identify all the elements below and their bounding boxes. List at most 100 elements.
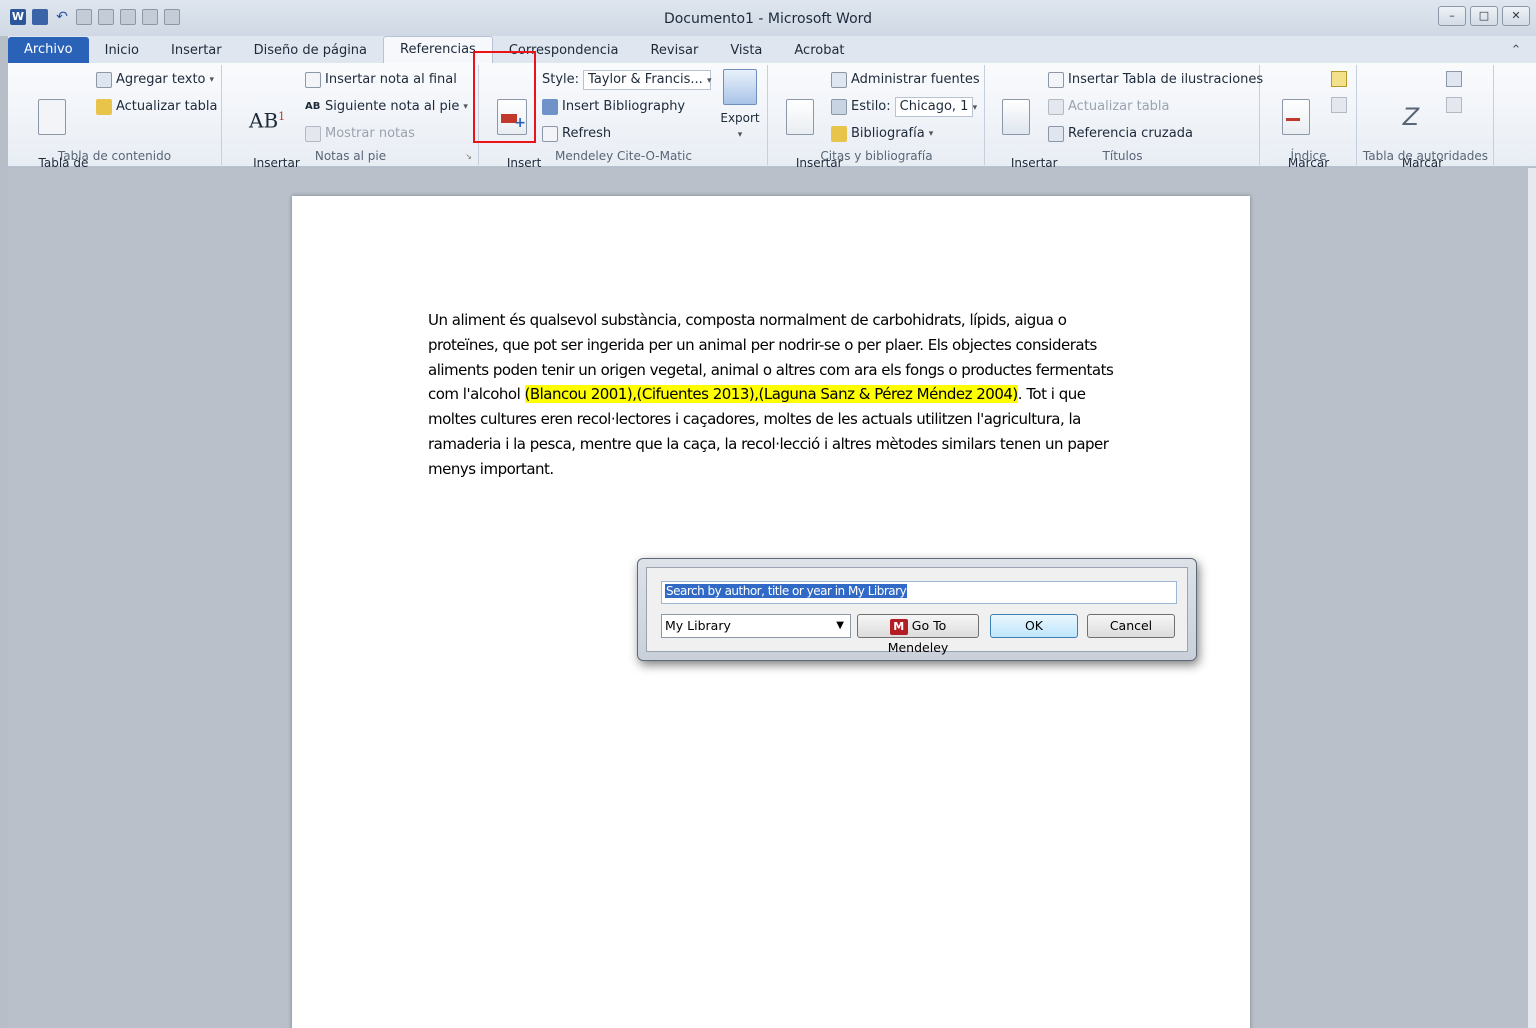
show-notes-icon: [305, 126, 321, 142]
window-title: Documento1 - Microsoft Word: [663, 11, 873, 27]
group-tabla-de-contenido: Tabla de contenido ▾ Agregar texto ▾ Act…: [8, 65, 222, 185]
endnote-icon: [305, 72, 321, 88]
chevron-down-icon: ▾: [928, 129, 934, 139]
maximize-button[interactable]: □: [1470, 6, 1498, 26]
group-citas-y-bibliografia: Insertar cita ▾ Administrar fuentes Esti…: [769, 65, 985, 185]
chevron-down-icon: ▾: [209, 75, 215, 85]
update-index-icon[interactable]: [1331, 97, 1347, 113]
insert-bibliography-button[interactable]: Insert Bibliography: [542, 96, 685, 118]
siguiente-nota-al-pie-label: Siguiente nota al pie: [325, 99, 460, 114]
tab-revisar[interactable]: Revisar: [634, 38, 714, 63]
export-icon: [723, 69, 757, 105]
administrar-fuentes-label: Administrar fuentes: [851, 72, 980, 87]
ribbon: Tabla de contenido ▾ Agregar texto ▾ Act…: [8, 63, 1536, 185]
mendeley-logo-icon: M: [889, 618, 908, 635]
agregar-texto-button[interactable]: Agregar texto ▾: [96, 69, 214, 91]
chevron-down-icon: ▾: [737, 130, 743, 140]
group-label-mendeley: Mendeley Cite-O-Matic: [555, 149, 692, 163]
cross-reference-icon: [1048, 126, 1064, 142]
group-label-index: Índice: [1290, 149, 1327, 163]
dropdown-arrow-icon: ▼: [836, 620, 844, 631]
ok-button[interactable]: OK: [990, 614, 1078, 638]
mostrar-notas-label: Mostrar notas: [325, 126, 415, 141]
group-label-toc: Tabla de contenido: [57, 149, 172, 163]
actualizar-tabla-titulos-label: Actualizar tabla: [1068, 99, 1170, 114]
insert-table-authorities-icon[interactable]: [1446, 71, 1462, 87]
export-button[interactable]: Export ▾: [716, 67, 764, 143]
mostrar-notas-button[interactable]: Mostrar notas: [305, 123, 415, 145]
group-label-authorities: Tabla de autoridades: [1362, 149, 1489, 163]
refresh-label: Refresh: [562, 126, 612, 141]
chevron-down-icon: ▾: [706, 76, 712, 86]
table-of-figures-icon: [1048, 72, 1064, 88]
administrar-fuentes-button[interactable]: Administrar fuentes: [831, 69, 980, 91]
group-indice: Marcar entrada Índice: [1261, 65, 1357, 185]
add-text-icon: [96, 72, 112, 88]
tab-diseno-de-pagina[interactable]: Diseño de página: [238, 38, 383, 63]
mendeley-citation-dialog: Search by author, title or year in My Li…: [637, 558, 1197, 661]
style-combo[interactable]: Taylor & Francis... ▾: [583, 70, 712, 90]
chevron-down-icon: ▾: [972, 103, 978, 113]
mendeley-style-selector[interactable]: Style: Taylor & Francis... ▾: [542, 69, 712, 91]
dialog-body: Search by author, title or year in My Li…: [646, 567, 1188, 655]
tab-acrobat[interactable]: Acrobat: [778, 38, 860, 63]
dialog-launcher-icon[interactable]: ↘: [465, 152, 472, 161]
manage-sources-icon: [831, 72, 847, 88]
title-bar: W ↶ Documento1 - Microsoft Word – □ ✕: [0, 0, 1536, 36]
bibliography-book-icon: [542, 99, 558, 115]
insert-citation-highlight-box: [473, 51, 536, 143]
insertar-nota-al-final-button[interactable]: Insertar nota al final: [305, 69, 457, 91]
insert-index-icon[interactable]: [1331, 71, 1347, 87]
tab-archivo[interactable]: Archivo: [8, 37, 89, 63]
update-authorities-icon[interactable]: [1446, 97, 1462, 113]
estilo-selector[interactable]: Estilo: Chicago, 1 ▾: [831, 96, 977, 118]
table-of-contents-icon: [38, 99, 66, 135]
next-footnote-icon: AB: [305, 101, 321, 112]
mark-citation-icon: Z: [1402, 103, 1420, 131]
bibliography-icon: [831, 126, 847, 142]
tab-inicio[interactable]: Inicio: [89, 38, 155, 63]
update-table-icon: [96, 99, 112, 115]
go-to-mendeley-button[interactable]: M Go To Mendeley: [857, 614, 979, 655]
vertical-scrollbar[interactable]: [1528, 168, 1536, 1028]
estilo-combo[interactable]: Chicago, 1 ▾: [894, 97, 977, 117]
refresh-icon: [542, 126, 558, 142]
estilo-label: Estilo:: [851, 99, 891, 114]
ribbon-tabs: Archivo Inicio Insertar Diseño de página…: [8, 36, 1536, 63]
bibliografia-button[interactable]: Bibliografía ▾: [831, 123, 933, 145]
group-tabla-de-autoridades: Z Marcar cita Tabla de autoridades: [1358, 65, 1494, 185]
search-input-text: Search by author, title or year in My Li…: [665, 584, 908, 598]
actualizar-tabla-titulos-button[interactable]: Actualizar tabla: [1048, 96, 1170, 118]
citation-search-input[interactable]: Search by author, title or year in My Li…: [661, 581, 1177, 604]
insertar-tabla-ilustraciones-button[interactable]: Insertar Tabla de ilustraciones: [1048, 69, 1263, 91]
export-label: Export: [720, 111, 760, 125]
group-label-footnotes: Notas al pie: [314, 149, 387, 163]
insertar-nota-al-final-label: Insertar nota al final: [325, 72, 457, 87]
style-icon: [831, 99, 847, 115]
tab-vista[interactable]: Vista: [714, 38, 778, 63]
refresh-button[interactable]: Refresh: [542, 123, 611, 145]
document-paragraph[interactable]: Un aliment és qualsevol substància, comp…: [428, 308, 1118, 482]
referencia-cruzada-label: Referencia cruzada: [1068, 126, 1193, 141]
group-label-citations: Citas y bibliografía: [820, 149, 933, 163]
group-titulos: Insertar título Insertar Tabla de ilustr…: [986, 65, 1263, 185]
cancel-button[interactable]: Cancel: [1087, 614, 1175, 638]
actualizar-tabla-button[interactable]: Actualizar tabla: [96, 96, 218, 118]
citation-highlight[interactable]: (Blancou 2001),(Cifuentes 2013),(Laguna …: [524, 385, 1018, 404]
update-table-icon: [1048, 99, 1064, 115]
library-dropdown[interactable]: My Library ▼: [661, 614, 851, 638]
close-button[interactable]: ✕: [1502, 6, 1530, 26]
style-label: Style:: [542, 72, 580, 87]
siguiente-nota-al-pie-button[interactable]: AB Siguiente nota al pie ▾: [305, 96, 468, 118]
bibliografia-label: Bibliografía: [851, 126, 925, 141]
group-label-captions: Títulos: [1102, 149, 1143, 163]
library-dropdown-value: My Library: [665, 618, 731, 633]
footnote-ab-icon: AB1: [249, 108, 286, 133]
referencia-cruzada-button[interactable]: Referencia cruzada: [1048, 123, 1193, 145]
actualizar-tabla-label: Actualizar tabla: [116, 99, 218, 114]
ribbon-collapse-button[interactable]: ⌃: [1496, 38, 1536, 63]
chevron-down-icon: ▾: [463, 102, 468, 112]
minimize-button[interactable]: –: [1438, 6, 1466, 26]
tab-insertar[interactable]: Insertar: [155, 38, 238, 63]
insert-bibliography-label: Insert Bibliography: [562, 99, 686, 114]
